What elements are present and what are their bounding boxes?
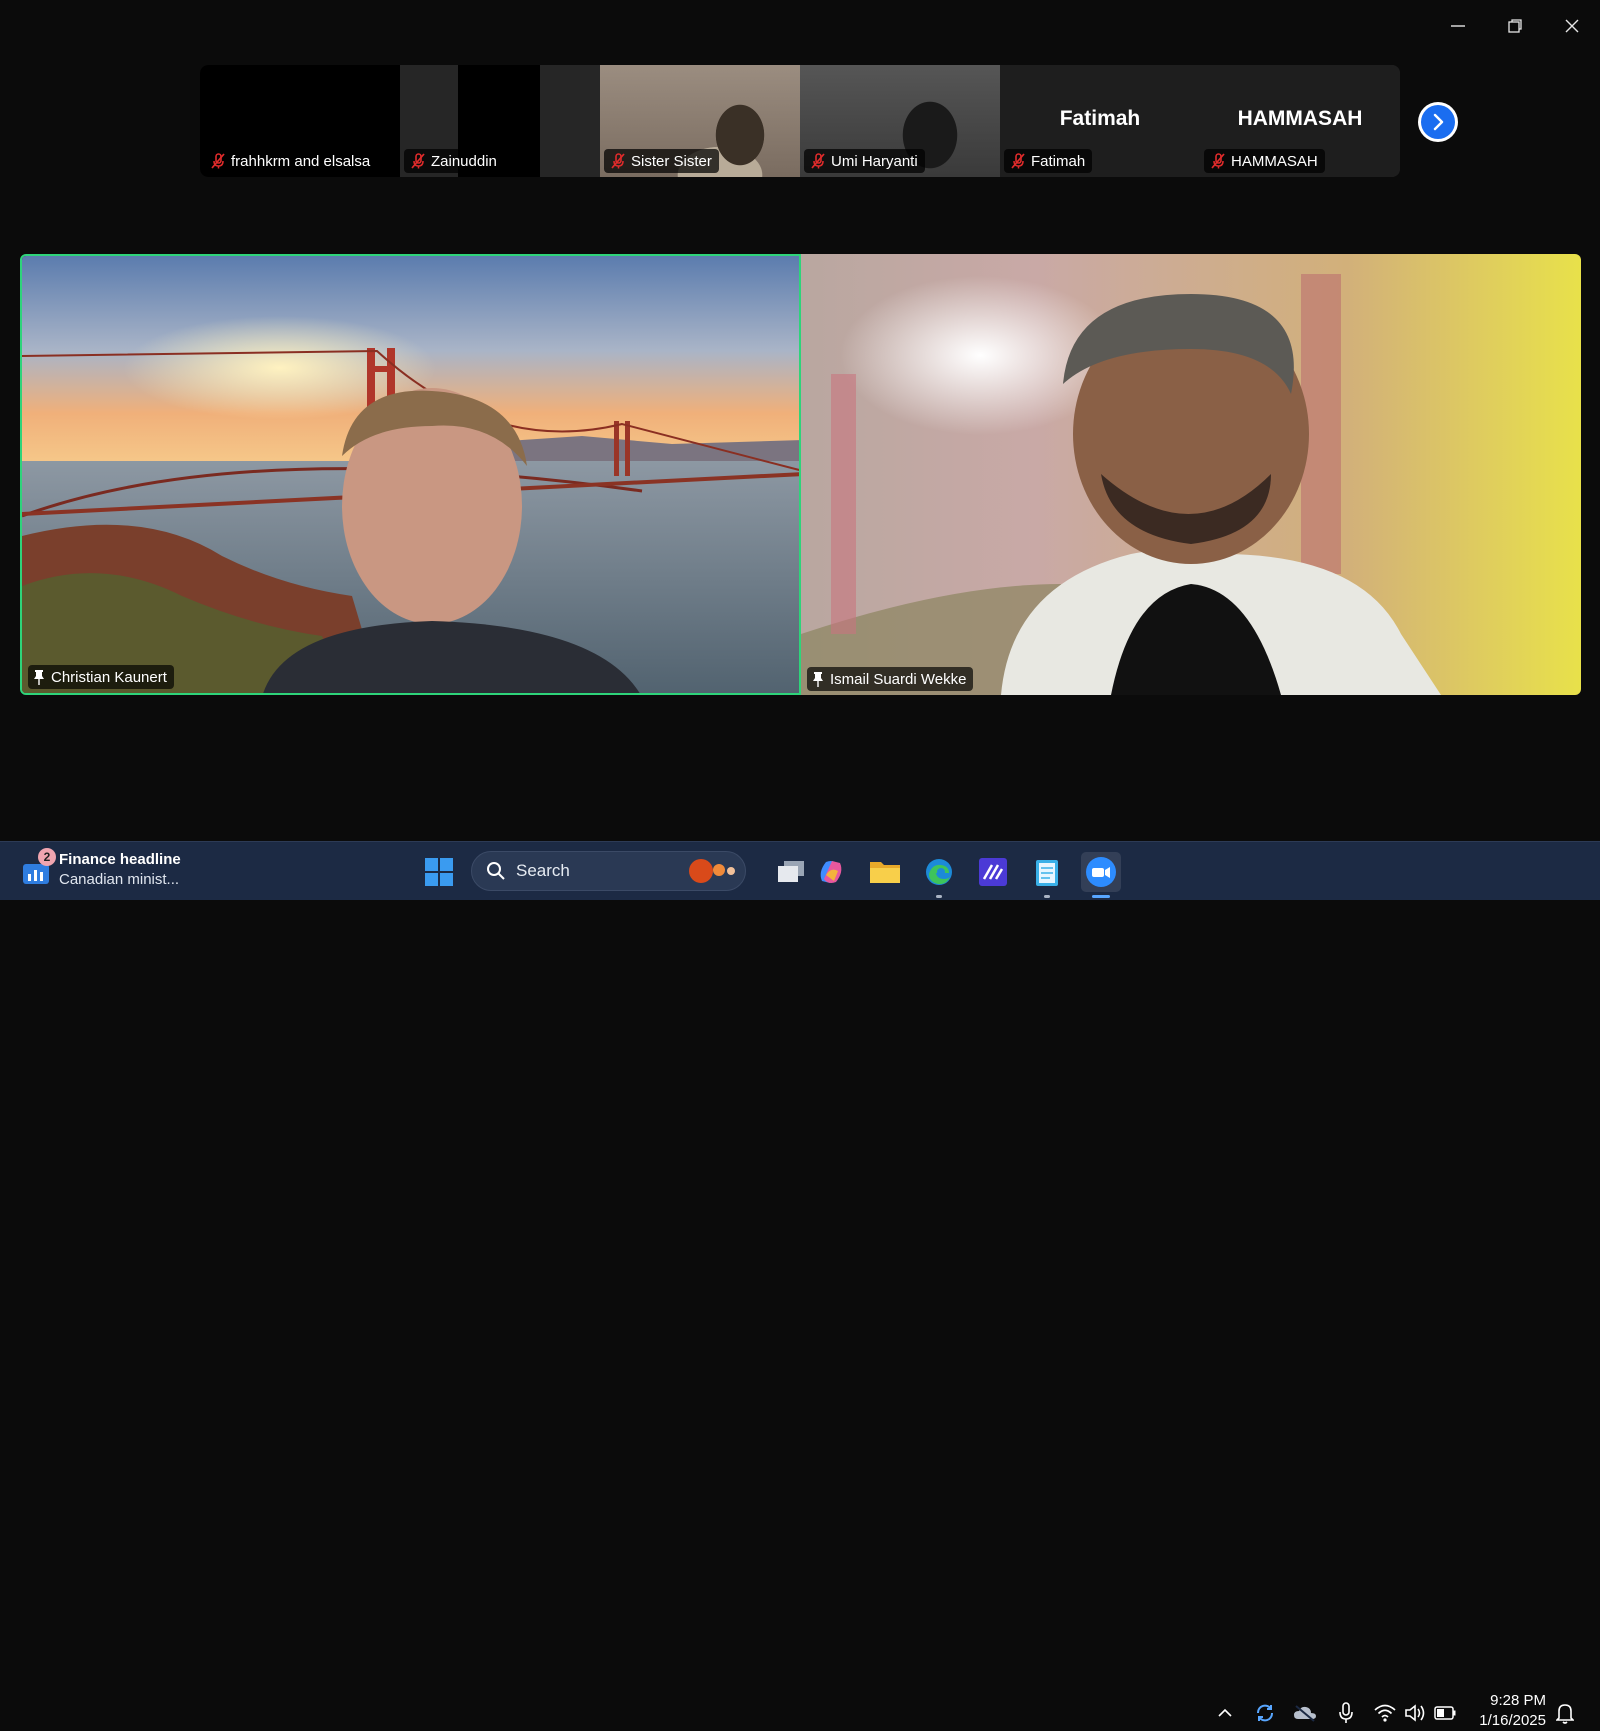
edge-browser-button[interactable] xyxy=(919,852,959,898)
active-indicator xyxy=(1092,895,1110,898)
battery-tray-button[interactable] xyxy=(1433,1701,1457,1725)
participant-thumbnail[interactable]: Sister Sister xyxy=(600,65,800,177)
mic-off-icon xyxy=(811,153,825,169)
taskbar-search-box[interactable]: Search xyxy=(471,851,746,891)
mic-off-icon xyxy=(1011,153,1025,169)
participant-label: Sister Sister xyxy=(604,149,719,173)
pin-icon xyxy=(34,670,44,685)
news-widget[interactable]: 2 Finance headline Canadian minist... xyxy=(22,848,181,890)
participant-name: Sister Sister xyxy=(631,152,712,170)
clock-date: 1/16/2025 xyxy=(1479,1712,1546,1729)
onedrive-tray-button[interactable] xyxy=(1293,1701,1317,1725)
volume-tray-button[interactable] xyxy=(1403,1701,1427,1725)
participant-label: Fatimah xyxy=(1004,149,1093,173)
minimize-button[interactable] xyxy=(1429,0,1486,52)
sync-tray-button[interactable] xyxy=(1253,1701,1277,1725)
next-page-button[interactable] xyxy=(1418,102,1458,142)
participant-label: HAMMASAH xyxy=(1204,149,1325,173)
video-feed-room xyxy=(801,254,1581,695)
participant-thumbnail[interactable]: Zainuddin xyxy=(400,65,600,177)
copilot-button[interactable] xyxy=(811,852,851,892)
copilot-icon xyxy=(820,861,842,883)
speaker-name: Ismail Suardi Wekke xyxy=(830,670,967,688)
participant-strip: frahhkrm and elsalsa Zainuddin Sister Si… xyxy=(200,65,1400,177)
participant-name: Umi Haryanti xyxy=(831,152,918,170)
folder-icon xyxy=(870,862,900,883)
close-button[interactable] xyxy=(1543,0,1600,52)
news-icon: 2 xyxy=(22,848,56,884)
restore-icon xyxy=(1507,19,1522,33)
task-view-button[interactable] xyxy=(771,852,811,892)
speaker-name: Christian Kaunert xyxy=(51,668,167,686)
news-title: Finance headline xyxy=(59,851,181,868)
volume-icon xyxy=(1405,1704,1425,1722)
file-explorer-button[interactable] xyxy=(865,852,905,892)
close-icon xyxy=(1565,19,1578,33)
speaker-video-right[interactable]: Ismail Suardi Wekke xyxy=(801,254,1581,695)
speaker-label: Christian Kaunert xyxy=(28,665,174,689)
windows-logo-icon xyxy=(425,858,453,886)
participant-name: frahhkrm and elsalsa xyxy=(231,152,371,170)
participant-label: frahhkrm and elsalsa xyxy=(204,149,378,173)
restore-button[interactable] xyxy=(1486,0,1543,52)
microphone-tray-button[interactable] xyxy=(1334,1701,1358,1725)
speaker-video-left[interactable]: Christian Kaunert xyxy=(20,254,801,695)
news-text: Finance headline Canadian minist... xyxy=(59,850,181,890)
windows-taskbar: 2 Finance headline Canadian minist... 9:… xyxy=(0,841,1600,1729)
video-feed-golden-gate xyxy=(22,256,799,693)
notifications-button[interactable] xyxy=(1553,1701,1577,1725)
mic-off-icon xyxy=(211,153,225,169)
participant-name: Zainuddin xyxy=(431,152,497,170)
task-view-icon xyxy=(778,861,804,882)
zoom-meeting-window: frahhkrm and elsalsa Zainuddin Sister Si… xyxy=(0,0,1600,841)
notepad-button[interactable] xyxy=(1027,852,1067,898)
participant-thumbnail[interactable]: HAMMASAH HAMMASAH xyxy=(1200,65,1400,177)
search-label: Search xyxy=(516,861,570,880)
running-indicator xyxy=(936,895,942,898)
mic-off-icon xyxy=(1211,153,1225,169)
pin-icon xyxy=(813,672,823,687)
mic-off-icon xyxy=(611,153,625,169)
chevron-up-icon xyxy=(1218,1708,1232,1717)
wifi-tray-button[interactable] xyxy=(1373,1701,1397,1725)
bell-icon xyxy=(1556,1704,1574,1724)
app-button-blue[interactable] xyxy=(973,852,1013,892)
notepad-icon xyxy=(1036,860,1058,886)
search-highlight-icon xyxy=(689,859,735,883)
speaker-label: Ismail Suardi Wekke xyxy=(807,667,974,691)
clock[interactable]: 9:28 PM 1/16/2025 xyxy=(1476,1691,1546,1731)
participant-avatar-name: HAMMASAH xyxy=(1237,107,1363,130)
window-controls xyxy=(1429,0,1600,52)
zoom-icon xyxy=(1086,857,1116,887)
app-logo-icon xyxy=(979,858,1007,886)
minimize-icon xyxy=(1450,25,1465,27)
chevron-right-icon xyxy=(1433,113,1444,131)
sync-icon xyxy=(1257,1704,1273,1722)
news-subtitle: Canadian minist... xyxy=(59,871,180,888)
search-icon xyxy=(487,862,505,880)
participant-label: Zainuddin xyxy=(404,149,504,173)
start-button[interactable] xyxy=(419,852,459,892)
participant-thumbnail[interactable]: Umi Haryanti xyxy=(800,65,1000,177)
microphone-icon xyxy=(1339,1702,1353,1723)
notification-badge: 2 xyxy=(38,848,56,866)
next-page-button-inner xyxy=(1421,105,1455,139)
participant-avatar-name: Fatimah xyxy=(1059,107,1141,130)
wifi-icon xyxy=(1374,1704,1396,1722)
participant-name: HAMMASAH xyxy=(1231,152,1318,170)
participant-label: Umi Haryanti xyxy=(804,149,925,173)
show-hidden-icons-button[interactable] xyxy=(1213,1701,1237,1725)
battery-icon xyxy=(1434,1706,1456,1720)
mic-off-icon xyxy=(411,153,425,169)
participant-thumbnail[interactable]: frahhkrm and elsalsa xyxy=(200,65,400,177)
cloud-off-icon xyxy=(1294,1705,1316,1722)
clock-time: 9:28 PM xyxy=(1490,1692,1546,1709)
zoom-app-button[interactable] xyxy=(1081,852,1121,898)
running-indicator xyxy=(1044,895,1050,898)
participant-thumbnail[interactable]: Fatimah Fatimah xyxy=(1000,65,1200,177)
participant-name: Fatimah xyxy=(1031,152,1086,170)
edge-icon xyxy=(926,859,952,885)
